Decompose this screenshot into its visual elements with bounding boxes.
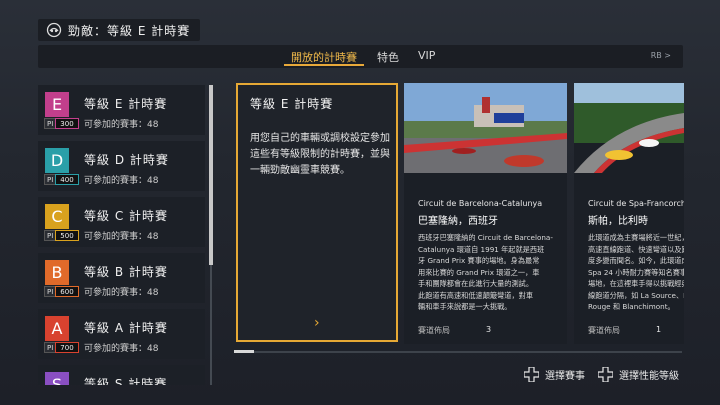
class-name: 等級 B 計時賽 bbox=[84, 265, 168, 279]
class-events-count: 可參加的賽事：48 bbox=[84, 120, 159, 130]
class-badge: B bbox=[45, 260, 69, 285]
track-name-zh: 斯帕，比利時 bbox=[588, 216, 648, 227]
tab-open-time-attack[interactable]: 開放的計時賽 bbox=[291, 49, 357, 65]
track-image-spa bbox=[574, 83, 684, 173]
class-events-count: 可參加的賽事：48 bbox=[84, 232, 159, 242]
class-badge: S bbox=[45, 372, 69, 385]
pi-value: 300 bbox=[55, 118, 79, 129]
class-list-item-c[interactable]: C PI 500 等級 C 計時賽可參加的賽事：48 bbox=[38, 197, 205, 247]
selected-event-card[interactable]: 等級 E 計時賽 用您自己的車輛或調校設定參加這些有等級限制的計時賽，並與一輛勁… bbox=[236, 83, 398, 342]
pi-label: PI bbox=[44, 342, 56, 353]
track-name-en: Circuit de Spa-Francorchamps bbox=[588, 199, 684, 208]
cards-scrollbar-thumb[interactable] bbox=[234, 350, 254, 353]
dpad-icon bbox=[598, 367, 613, 382]
track-layout-label: 賽道佈局 bbox=[418, 326, 450, 335]
class-name: 等級 A 計時賽 bbox=[84, 321, 168, 335]
select-event-label: 選擇賽事 bbox=[545, 371, 585, 382]
class-badge: A bbox=[45, 316, 69, 341]
class-events-count: 可參加的賽事：48 bbox=[84, 176, 159, 186]
pi-label: PI bbox=[44, 118, 56, 129]
track-layout-count: 1 bbox=[656, 325, 662, 334]
class-name: 等級 S 計時賽 bbox=[84, 377, 168, 385]
select-class-label: 選擇性能等級 bbox=[619, 371, 679, 382]
rb-next-tab-hint[interactable]: RB > bbox=[651, 51, 671, 60]
dpad-icon bbox=[524, 367, 539, 382]
selected-event-description: 用您自己的車輛或調校設定參加這些有等級限制的計時賽，並與一輛勁敵幽靈車競賽。 bbox=[250, 133, 390, 176]
selected-event-title: 等級 E 計時賽 bbox=[250, 97, 334, 111]
select-event-hint[interactable]: 選擇賽事 bbox=[524, 367, 585, 382]
class-list-item-s[interactable]: SPI800等級 S 計時賽 bbox=[38, 365, 205, 385]
tab-featured[interactable]: 特色 bbox=[377, 49, 399, 65]
class-name: 等級 E 計時賽 bbox=[84, 97, 168, 111]
pi-label: PI bbox=[44, 286, 56, 297]
pi-value: 500 bbox=[55, 230, 79, 241]
pi-rating: PI 400 bbox=[44, 174, 79, 185]
track-name-zh: 巴塞隆納，西班牙 bbox=[418, 216, 498, 227]
track-image-barcelona bbox=[404, 83, 567, 173]
class-list: E PI 300 等級 E 計時賽 可參加的賽事：48 D PI 400 等級 D 計時賽 可參加… bbox=[38, 85, 206, 385]
select-class-hint[interactable]: 選擇性能等級 bbox=[598, 367, 679, 382]
pi-value: 400 bbox=[55, 174, 79, 185]
rivals-helmet-icon bbox=[46, 22, 62, 38]
track-description: 西班牙巴塞隆納的 Circuit de Barcelona- Catalunya… bbox=[418, 233, 553, 311]
track-card-spa[interactable]: Circuit de Spa-Francorchamps 斯帕，比利時 此環道成… bbox=[574, 83, 684, 344]
class-list-item-e[interactable]: E PI 300 等級 E 計時賽可參加的賽事：48 bbox=[38, 85, 205, 135]
class-events-count: 可參加的賽事：48 bbox=[84, 344, 159, 354]
pi-value: 700 bbox=[55, 342, 79, 353]
class-badge: E bbox=[45, 92, 69, 117]
chevron-right-icon[interactable]: › bbox=[314, 315, 320, 331]
class-list-item-b[interactable]: B PI 600 等級 B 計時賽可參加的賽事：48 bbox=[38, 253, 205, 303]
pi-value: 600 bbox=[55, 286, 79, 297]
class-badge: C bbox=[45, 204, 69, 229]
pi-rating: PI 300 bbox=[44, 118, 79, 129]
active-tab-indicator bbox=[284, 64, 364, 66]
track-description: 此環道成為主賽場將近一世紀，以 高速直線跑道、快速彎道以及跑道 度多變而聞名。如… bbox=[588, 233, 684, 311]
list-scrollbar-thumb[interactable] bbox=[209, 85, 213, 265]
class-name: 等級 C 計時賽 bbox=[84, 209, 169, 223]
track-card-barcelona[interactable]: Circuit de Barcelona-Catalunya 巴塞隆納，西班牙 … bbox=[404, 83, 567, 344]
class-name: 等級 D 計時賽 bbox=[84, 153, 169, 167]
pi-label: PI bbox=[44, 230, 56, 241]
pi-rating: PI 600 bbox=[44, 286, 79, 297]
class-list-item-d[interactable]: D PI 400 等級 D 計時賽可參加的賽事：48 bbox=[38, 141, 205, 191]
pi-label: PI bbox=[44, 174, 56, 185]
pi-rating: PI 700 bbox=[44, 342, 79, 353]
class-events-count: 可參加的賽事：48 bbox=[84, 288, 159, 298]
track-name-en: Circuit de Barcelona-Catalunya bbox=[418, 199, 543, 208]
class-badge: D bbox=[45, 148, 69, 173]
class-list-item-a[interactable]: A PI 700 等級 A 計時賽可參加的賽事：48 bbox=[38, 309, 205, 359]
cards-scrollbar-track[interactable] bbox=[234, 351, 682, 353]
track-layout-count: 3 bbox=[486, 325, 492, 334]
page-title-chip: 勁敵：等級 E 計時賽 bbox=[38, 19, 201, 41]
page-title: 勁敵：等級 E 計時賽 bbox=[68, 23, 191, 38]
pi-rating: PI 500 bbox=[44, 230, 79, 241]
track-layout-label: 賽道佈局 bbox=[588, 326, 620, 335]
tab-vip[interactable]: VIP bbox=[418, 49, 435, 62]
